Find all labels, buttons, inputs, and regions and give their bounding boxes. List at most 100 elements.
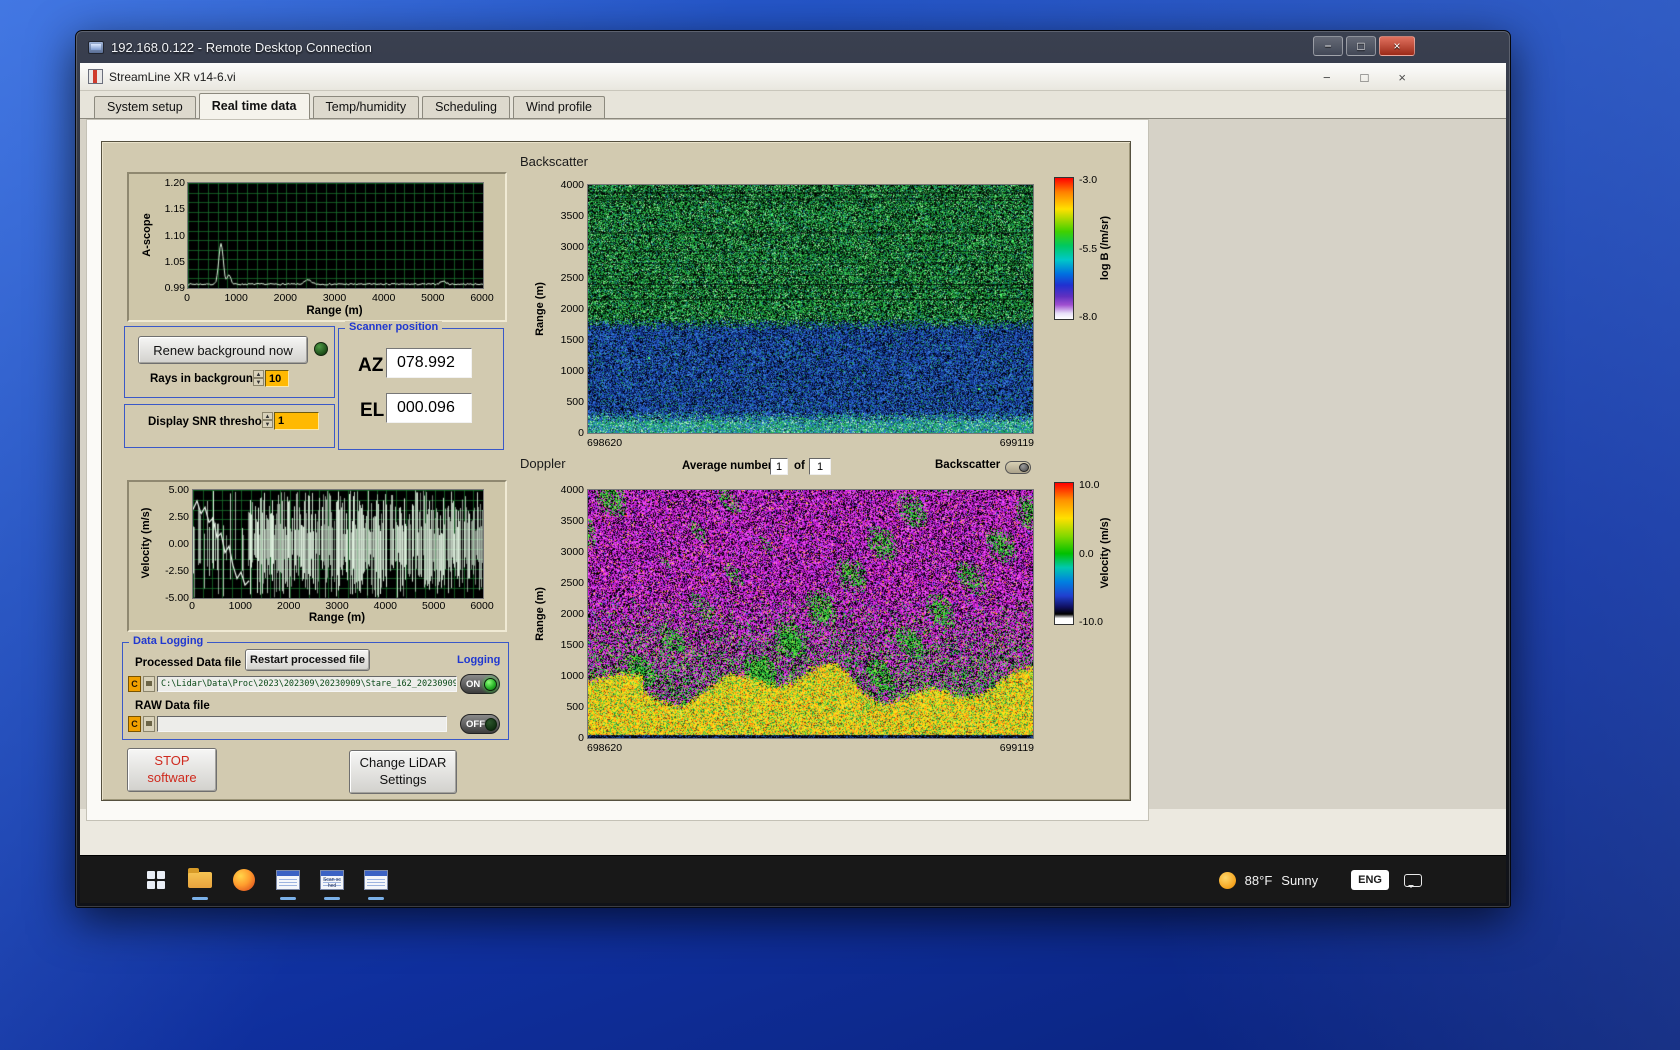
snr-threshold-field[interactable]: 1 xyxy=(274,412,319,430)
tab-scheduling[interactable]: Scheduling xyxy=(422,96,510,118)
app-title: StreamLine XR v14-6.vi xyxy=(109,69,236,84)
language-indicator[interactable]: ENG xyxy=(1351,870,1389,890)
tick-label: 3000 xyxy=(560,241,584,253)
weather-sun-icon[interactable] xyxy=(1218,871,1236,889)
average-of-label: of xyxy=(794,460,805,472)
doppler-colorbar[interactable] xyxy=(1054,482,1074,625)
doppler-colorbar-ticks: 10.0 0.0 -10.0 xyxy=(1079,479,1117,628)
notifications-icon[interactable] xyxy=(1404,873,1422,888)
processed-drive-badge[interactable]: C xyxy=(128,676,141,692)
doppler-x-axis: 698620 699119 xyxy=(587,742,1034,754)
rdp-title: 192.168.0.122 - Remote Desktop Connectio… xyxy=(111,39,372,55)
snr-decrement-icon[interactable]: ▼ xyxy=(262,420,273,428)
start-icon xyxy=(147,871,165,889)
weather-temperature[interactable]: 88°F xyxy=(1245,873,1273,888)
vi-window-icon xyxy=(364,870,388,890)
tick-label: 1500 xyxy=(560,639,584,651)
tab-real-time-data[interactable]: Real time data xyxy=(198,93,310,119)
backscatter-y-label: Range (m) xyxy=(534,282,546,336)
firefox-button[interactable] xyxy=(226,858,262,902)
labview-vi-1-button[interactable] xyxy=(270,858,306,902)
backscatter-title: Backscatter xyxy=(520,154,588,169)
tick-label: -3.0 xyxy=(1079,174,1098,186)
ascope-x-label: Range (m) xyxy=(306,305,363,317)
front-panel: 1.20 1.15 1.10 1.05 0.99 A-scope 0 1000 2000 30… xyxy=(80,119,1506,821)
rdp-minimize-button[interactable]: − xyxy=(1313,36,1343,56)
tick-label: 0.00 xyxy=(168,538,189,550)
scanner-position-box: Scanner position xyxy=(338,321,504,450)
rays-spinner[interactable]: ▲ ▼ xyxy=(253,370,264,386)
rays-increment-icon[interactable]: ▲ xyxy=(253,370,264,378)
tick-label: 500 xyxy=(566,396,584,408)
app-titlebar[interactable]: StreamLine XR v14-6.vi − □ × xyxy=(80,63,1506,91)
tab-system-setup[interactable]: System setup xyxy=(94,96,196,118)
tick-label: 1.10 xyxy=(164,229,185,242)
snr-spinner[interactable]: ▲ ▼ xyxy=(262,412,273,428)
rdp-titlebar[interactable]: 192.168.0.122 - Remote Desktop Connectio… xyxy=(76,31,1510,63)
backscatter-colorbar[interactable] xyxy=(1054,177,1074,320)
processed-path-field[interactable]: C:\Lidar\Data\Proc\2023\202309\20230909\… xyxy=(157,676,457,692)
average-total-field[interactable]: 1 xyxy=(809,458,831,475)
weather-condition[interactable]: Sunny xyxy=(1281,873,1318,888)
tick-label: 0 xyxy=(578,427,584,439)
tick-label: 500 xyxy=(566,701,584,713)
raw-browse-icon[interactable] xyxy=(143,716,155,732)
tick-label: 1500 xyxy=(560,334,584,346)
average-number-field[interactable]: 1 xyxy=(770,458,788,475)
app-restore-button[interactable]: □ xyxy=(1361,71,1369,84)
azimuth-field[interactable]: 078.992 xyxy=(386,348,472,378)
tick-label: 3000 xyxy=(322,292,347,304)
tick-label: 0.0 xyxy=(1079,547,1094,560)
processed-logging-toggle[interactable]: ON xyxy=(460,674,500,694)
change-lidar-settings-button[interactable]: Change LiDAR Settings xyxy=(349,750,457,794)
raw-drive-badge[interactable]: C xyxy=(128,716,141,732)
app-minimize-button[interactable]: − xyxy=(1323,71,1331,84)
rays-in-background-field[interactable]: 10 xyxy=(265,370,289,387)
tick-label: 2.50 xyxy=(168,511,189,523)
snr-increment-icon[interactable]: ▲ xyxy=(262,412,273,420)
processed-browse-icon[interactable] xyxy=(143,676,155,692)
stop-software-button[interactable]: STOP software xyxy=(127,748,217,792)
desktop: 192.168.0.122 - Remote Desktop Connectio… xyxy=(0,0,1680,1050)
velocity-y-axis: 5.00 2.50 0.00 -2.50 -5.00 xyxy=(154,484,189,604)
renew-background-button[interactable]: Renew background now xyxy=(138,336,308,364)
tick-label: 0 xyxy=(184,292,190,304)
tick-label: -5.00 xyxy=(165,592,189,604)
scanner-position-title: Scanner position xyxy=(345,321,443,333)
rays-decrement-icon[interactable]: ▼ xyxy=(253,378,264,386)
tick-label: 2500 xyxy=(560,272,584,284)
backscatter-display-toggle[interactable] xyxy=(1005,461,1031,474)
folder-icon xyxy=(188,868,212,888)
vi-window-icon: Scan sched xyxy=(320,870,344,890)
tick-label: 3500 xyxy=(560,210,584,222)
tick-label: 1000 xyxy=(560,365,584,377)
app-close-button[interactable]: × xyxy=(1398,71,1406,84)
tab-temp-humidity[interactable]: Temp/humidity xyxy=(312,96,420,118)
tick-label: 6000 xyxy=(470,292,494,304)
rdp-window-controls: − □ × xyxy=(1313,36,1415,56)
rdp-window: 192.168.0.122 - Remote Desktop Connectio… xyxy=(75,30,1511,908)
rdp-maximize-button[interactable]: □ xyxy=(1346,36,1376,56)
toggle-knob xyxy=(1019,463,1029,472)
doppler-x-start: 698620 xyxy=(587,742,623,754)
tick-label: 4000 xyxy=(560,179,584,191)
scan-scheduler-button[interactable]: Scan sched xyxy=(314,858,350,902)
tick-label: -8.0 xyxy=(1079,311,1098,323)
stop-button-line2: software xyxy=(147,770,197,785)
ascope-x-axis: 0 1000 2000 3000 4000 5000 6000 xyxy=(184,292,494,304)
tab-wind-profile[interactable]: Wind profile xyxy=(512,96,605,118)
start-button[interactable] xyxy=(138,858,174,902)
doppler-y-axis: 4000 3500 3000 2500 2000 1500 1000 500 0 xyxy=(548,484,584,744)
rdp-close-button[interactable]: × xyxy=(1379,36,1415,56)
elevation-field[interactable]: 000.096 xyxy=(386,393,472,423)
file-explorer-button[interactable] xyxy=(182,858,218,902)
taskbar: Scan sched 88°F Sunny ENG xyxy=(80,855,1506,903)
labview-vi-2-button[interactable] xyxy=(358,858,394,902)
computer-icon xyxy=(88,40,104,54)
backscatter-heatmap xyxy=(587,184,1034,434)
change-button-line1: Change LiDAR xyxy=(359,755,447,771)
raw-logging-toggle[interactable]: OFF xyxy=(460,714,500,734)
raw-path-field[interactable] xyxy=(157,716,447,732)
main-panel: 1.20 1.15 1.10 1.05 0.99 A-scope 0 1000 2000 30… xyxy=(101,141,1131,801)
restart-processed-file-button[interactable]: Restart processed file xyxy=(245,649,370,671)
